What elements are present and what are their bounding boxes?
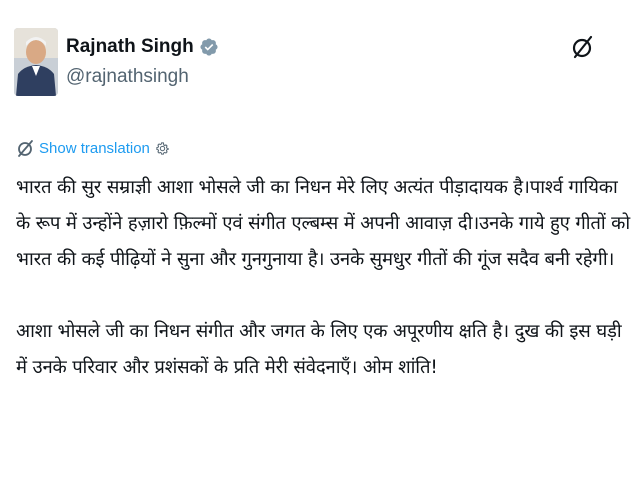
translate-icon: [16, 138, 36, 158]
show-translation-label: Show translation: [39, 139, 150, 157]
grok-icon[interactable]: [570, 34, 596, 60]
user-handle[interactable]: @rajnathsingh: [66, 66, 189, 88]
gear-icon[interactable]: [155, 141, 170, 156]
avatar-image: [14, 28, 58, 96]
tweet-paragraph: भारत की सुर सम्राज्ञी आशा भोसले जी का नि…: [16, 177, 630, 270]
tweet-text: भारत की सुर सम्राज्ञी आशा भोसले जी का नि…: [16, 170, 632, 386]
tweet-paragraph: आशा भोसले जी का निधन संगीत और जगत के लिए…: [16, 321, 622, 378]
display-name[interactable]: Rajnath Singh: [66, 36, 194, 58]
verified-badge-icon: [199, 37, 219, 57]
avatar[interactable]: [14, 28, 58, 96]
show-translation-link[interactable]: Show translation: [16, 137, 170, 159]
